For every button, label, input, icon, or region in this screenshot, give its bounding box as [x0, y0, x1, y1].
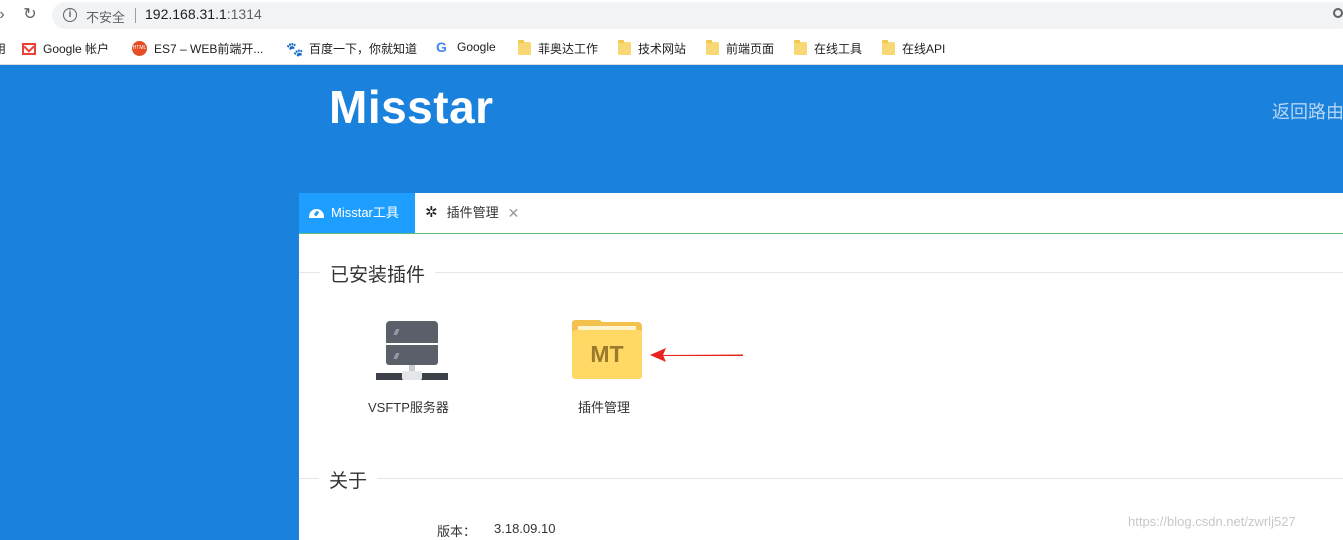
bookmark-es7[interactable]: HTML ES7 – WEB前端开... [132, 40, 263, 57]
plugin-plugin-management[interactable]: MT 插件管理 [572, 320, 642, 430]
bookmark-label: ES7 – WEB前端开... [154, 42, 264, 56]
back-to-router-link[interactable]: 返回路由 [1272, 98, 1343, 124]
tab-label: 插件管理 [446, 205, 499, 220]
bookmark-label: 前端页面 [726, 42, 775, 56]
bookmark-folder-tools[interactable]: 在线工具 [794, 40, 862, 57]
plugin-label: VSFTP服务器 [368, 400, 449, 415]
watermark: https://blog.csdn.net/zwrlj527 [1128, 514, 1296, 529]
baidu-paw-icon: 🐾 [286, 40, 304, 57]
address-bar: › ↻ i 不安全 192.168.31.1:1314 [0, 0, 1343, 31]
bookmark-folder-tech[interactable]: 技术网站 [618, 40, 686, 57]
divider [135, 8, 136, 23]
bookmark-label: 技术网站 [638, 42, 687, 56]
gmail-icon [22, 42, 36, 55]
bookmark-folder-work[interactable]: 菲奥达工作 [518, 40, 598, 57]
folder-icon [706, 40, 719, 55]
url-host: 192.168.31.1 [145, 6, 227, 22]
forward-icon[interactable]: › [0, 5, 12, 25]
version-label: 版本： [437, 524, 477, 539]
version-value: 3.18.09.10 [494, 521, 556, 536]
folder-icon [518, 40, 531, 55]
url-input[interactable]: i 不安全 192.168.31.1:1314 [52, 2, 1343, 29]
bookmark-label: Google 帐户 [43, 42, 110, 56]
tab-label: Misstar工具 [331, 205, 399, 220]
folder-icon [794, 40, 807, 55]
server-unit: /// [386, 345, 438, 365]
plugin-label: 插件管理 [578, 400, 631, 415]
server-icon: /// /// [376, 321, 448, 383]
bookmark-partial-text: 用 [0, 42, 7, 56]
annotation-arrow [650, 348, 743, 362]
arrow-shaft [662, 354, 743, 356]
server-connector [402, 371, 422, 380]
folder-icon: MT [572, 320, 642, 380]
bookmarks-bar: 用 Google 帐户 HTML ES7 – WEB前端开... 🐾 百度一下，… [0, 31, 1343, 65]
tab-misstar-tools[interactable]: Misstar工具 [299, 193, 415, 233]
main-panel: Misstar工具 ✲ 插件管理 ✕ 已安装插件 /// /// VSFTP服务… [299, 193, 1343, 540]
fieldset-divider [299, 272, 1343, 273]
info-icon[interactable]: i [63, 8, 77, 22]
html-badge-icon: HTML [132, 41, 147, 56]
dashboard-icon [309, 208, 324, 218]
bookmark-folder-api[interactable]: 在线API [882, 40, 945, 57]
tab-bar: Misstar工具 ✲ 插件管理 ✕ [299, 193, 1343, 234]
server-lights: /// [394, 352, 399, 361]
bookmark-google-account[interactable]: Google 帐户 [22, 40, 109, 57]
folder-icon [618, 40, 631, 55]
bookmark-label: 百度一下，你就知道 [309, 42, 418, 56]
bookmark-label: Google [457, 40, 496, 54]
extension-icon[interactable] [1333, 8, 1343, 18]
url-text: 192.168.31.1:1314 [145, 6, 262, 22]
gear-icon: ✲ [425, 204, 438, 221]
bookmark-label: 菲奥达工作 [538, 42, 599, 56]
close-icon[interactable]: ✕ [508, 193, 520, 233]
about-heading: 关于 [319, 466, 378, 493]
reload-icon[interactable]: ↻ [20, 5, 40, 25]
installed-plugins-heading: 已安装插件 [320, 260, 436, 287]
folder-badge: MT [572, 330, 642, 379]
bookmark-folder-frontend[interactable]: 前端页面 [706, 40, 774, 57]
fieldset-divider [299, 478, 1343, 479]
bookmark-label: 在线工具 [814, 42, 863, 56]
bookmark-label: 在线API [902, 42, 946, 56]
server-lights: /// [394, 328, 399, 337]
folder-icon [882, 40, 895, 55]
tab-plugin-management[interactable]: ✲ 插件管理 ✕ [415, 193, 519, 233]
insecure-label: 不安全 [86, 10, 126, 25]
bookmark-baidu[interactable]: 🐾 百度一下，你就知道 [286, 40, 417, 57]
google-g-icon: G [436, 39, 447, 55]
url-port: :1314 [226, 6, 262, 22]
server-unit: /// [386, 321, 438, 343]
bookmark-partial[interactable]: 用 [0, 40, 6, 57]
plugin-vsftp[interactable]: /// /// VSFTP服务器 [368, 321, 449, 431]
bookmark-google[interactable]: G Google [436, 40, 496, 54]
brand-logo: Misstar [329, 81, 494, 133]
